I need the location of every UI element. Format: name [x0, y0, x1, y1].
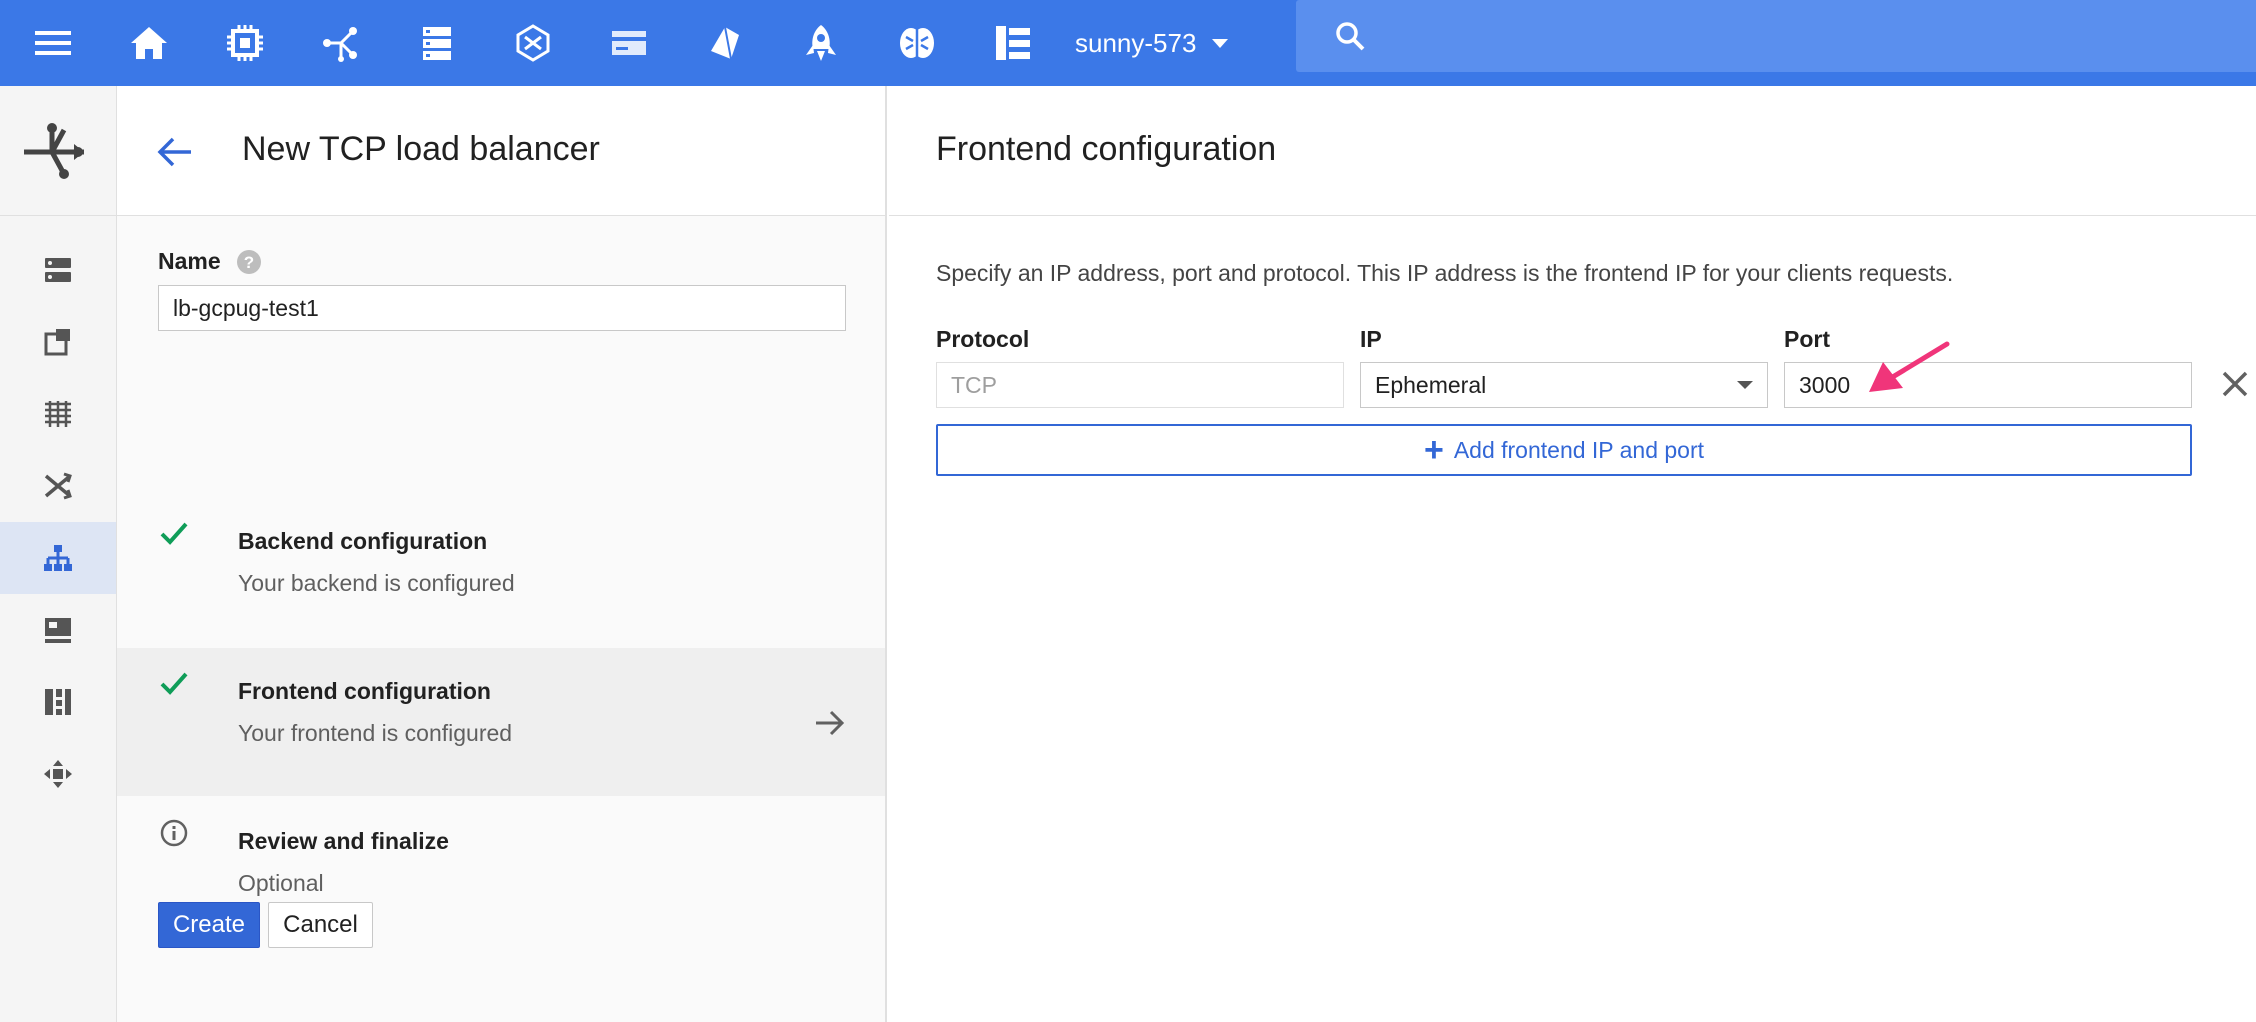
rail-item-routes[interactable] [0, 738, 116, 810]
rail-item-vm[interactable] [0, 594, 116, 666]
check-icon [160, 672, 188, 695]
networks-icon [44, 472, 72, 500]
vm-icon [45, 618, 71, 643]
load-balancing-icon [24, 123, 84, 179]
load-balancing-icon [44, 545, 72, 571]
routes-icon [44, 760, 72, 788]
panel-title: Frontend configuration [936, 130, 1277, 168]
instance-templates-icon [44, 329, 70, 356]
rail-item-disks[interactable] [0, 666, 116, 738]
rail-item-instances[interactable] [0, 234, 116, 306]
compute-engine-icon[interactable] [220, 18, 270, 68]
dropdown-arrow-icon [1737, 381, 1753, 389]
cloud-launcher-icon[interactable] [796, 18, 846, 68]
search-input[interactable] [1386, 12, 2226, 60]
page-title: New TCP load balancer [242, 130, 600, 168]
step-subtitle: Optional [238, 870, 324, 896]
instance-groups-icon [45, 401, 71, 427]
deployment-manager-icon[interactable] [988, 18, 1038, 68]
menu-icon[interactable] [28, 18, 78, 68]
cancel-button[interactable]: Cancel [268, 902, 373, 948]
disks-icon [45, 689, 71, 715]
port-label: Port [1784, 326, 1830, 352]
name-input[interactable] [158, 285, 846, 331]
wizard-panel: New TCP load balancer Name ? Backend con… [117, 86, 887, 1022]
step-backend-configuration[interactable]: Backend configuration Your backend is co… [117, 498, 885, 646]
networking-icon[interactable] [316, 18, 366, 68]
search-bar[interactable] [1296, 0, 2256, 72]
panel-description: Specify an IP address, port and protocol… [936, 260, 1954, 286]
step-title: Frontend configuration [238, 678, 491, 704]
product-nav-rail [0, 86, 117, 1022]
rail-item-networks[interactable] [0, 450, 116, 522]
top-bar: sunny-573 [0, 0, 2256, 86]
step-frontend-configuration[interactable]: Frontend configuration Your frontend is … [117, 648, 885, 796]
protocol-value: TCP [951, 371, 997, 398]
home-icon[interactable] [124, 18, 174, 68]
port-input[interactable] [1799, 371, 2177, 399]
rail-item-instance-groups[interactable] [0, 378, 116, 450]
instances-icon [45, 258, 71, 282]
name-label: Name [158, 248, 221, 274]
help-icon[interactable]: ? [236, 249, 262, 275]
protocol-label: Protocol [936, 326, 1030, 352]
check-icon [160, 522, 188, 545]
ip-select[interactable]: Ephemeral [1360, 362, 1768, 408]
annotation-arrow-icon [1869, 341, 1950, 392]
close-icon[interactable] [2219, 368, 2251, 400]
ip-label: IP [1360, 326, 1382, 352]
panel-header: Frontend configuration [889, 86, 2256, 216]
step-title: Backend configuration [238, 528, 488, 554]
protocol-field: TCP [936, 362, 1344, 408]
rail-header [0, 86, 117, 216]
add-frontend-ip-button[interactable]: + Add frontend IP and port [936, 424, 2192, 476]
search-icon [1336, 22, 1365, 51]
wizard-header: New TCP load balancer [117, 86, 885, 216]
storage-icon[interactable] [412, 18, 462, 68]
step-title: Review and finalize [238, 828, 449, 854]
project-name: sunny-573 [1075, 27, 1197, 58]
rail-item-instance-templates[interactable] [0, 306, 116, 378]
rail-item-load-balancing[interactable] [0, 522, 116, 594]
project-selector[interactable]: sunny-573 [1075, 20, 1229, 66]
arrow-right-icon [816, 710, 845, 736]
back-arrow-icon[interactable] [155, 132, 195, 172]
frontend-configuration-panel: Frontend configuration Specify an IP add… [889, 86, 2256, 1022]
plus-icon: + [1423, 431, 1444, 469]
app-engine-icon[interactable] [604, 18, 654, 68]
info-icon [160, 819, 188, 847]
cloud-dataflow-icon[interactable] [700, 18, 750, 68]
add-frontend-label: Add frontend IP and port [1453, 436, 1705, 463]
chevron-down-icon [1212, 38, 1229, 48]
container-engine-icon[interactable] [508, 18, 558, 68]
step-subtitle: Your backend is configured [238, 570, 515, 596]
create-button[interactable]: Create [158, 902, 260, 948]
machine-learning-icon[interactable] [892, 18, 942, 68]
svg-text:?: ? [244, 253, 254, 272]
step-subtitle: Your frontend is configured [238, 720, 513, 746]
port-field[interactable] [1784, 362, 2192, 408]
ip-value: Ephemeral [1375, 371, 1487, 398]
